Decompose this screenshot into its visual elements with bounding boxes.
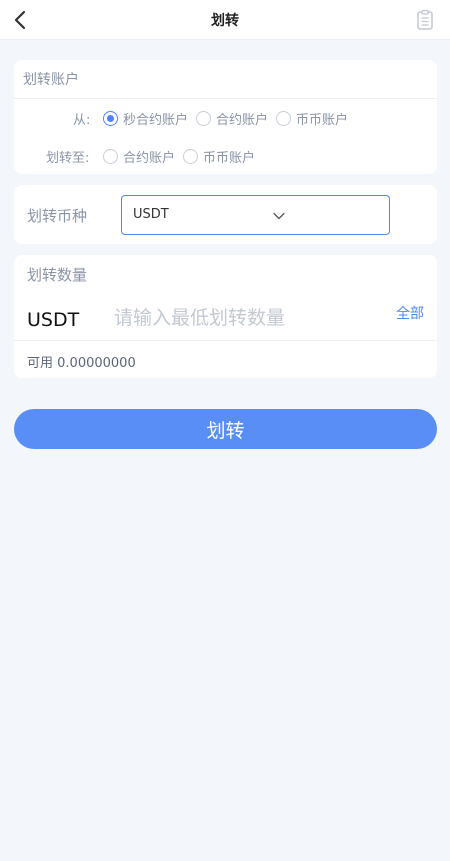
amount-input[interactable] (114, 301, 384, 335)
to-option-spot[interactable]: 币币账户 (183, 147, 255, 166)
currency-label: 划转币种 (27, 207, 88, 225)
radio-label: 秒合约账户 (123, 113, 189, 128)
currency-select[interactable]: USDT (121, 195, 390, 235)
available-label: 可用 (27, 356, 54, 371)
from-option-second-contract[interactable]: 秒合约账户 (103, 109, 188, 128)
from-label: 从: (73, 113, 91, 128)
divider (14, 98, 437, 99)
to-option-contract[interactable]: 合约账户 (103, 147, 175, 166)
transfer-record-button[interactable] (414, 9, 436, 31)
all-amount-link[interactable]: 全部 (396, 303, 424, 323)
chevron-down-icon (273, 212, 285, 220)
transfer-submit-button[interactable]: 划转 (14, 409, 437, 449)
radio-label: 合约账户 (216, 113, 269, 128)
radio-unchecked-icon (103, 149, 118, 164)
page-title: 划转 (211, 13, 239, 29)
transfer-currency-card: 划转币种 USDT (14, 185, 437, 244)
divider (14, 340, 437, 341)
transfer-amount-card: 划转数量 USDT 全部 可用 0.00000000 (14, 255, 437, 378)
top-bar: 划转 (0, 0, 450, 40)
from-option-spot[interactable]: 币币账户 (276, 109, 348, 128)
radio-label: 币币账户 (203, 151, 256, 166)
to-account-radio-group: 合约账户 币币账户 (103, 147, 255, 166)
currency-select-value: USDT (133, 207, 169, 222)
amount-section-title: 划转数量 (27, 266, 88, 284)
clipboard-icon (417, 9, 433, 30)
radio-label: 合约账户 (123, 151, 176, 166)
radio-checked-icon (103, 111, 118, 126)
from-account-radio-group: 秒合约账户 合约账户 币币账户 (103, 109, 348, 128)
radio-unchecked-icon (276, 111, 292, 126)
available-balance: 可用 0.00000000 (27, 352, 136, 371)
to-label: 划转至: (46, 151, 90, 166)
from-option-contract[interactable]: 合约账户 (196, 109, 268, 128)
amount-unit: USDT (27, 309, 80, 331)
transfer-account-card: 划转账户 从: 秒合约账户 合约账户 币币账户 划转至: 合约账户 币币账户 (14, 60, 437, 174)
radio-unchecked-icon (196, 111, 212, 126)
available-value: 0.00000000 (57, 356, 136, 371)
account-section-title: 划转账户 (23, 72, 79, 88)
radio-unchecked-icon (183, 149, 199, 164)
radio-label: 币币账户 (296, 113, 349, 128)
